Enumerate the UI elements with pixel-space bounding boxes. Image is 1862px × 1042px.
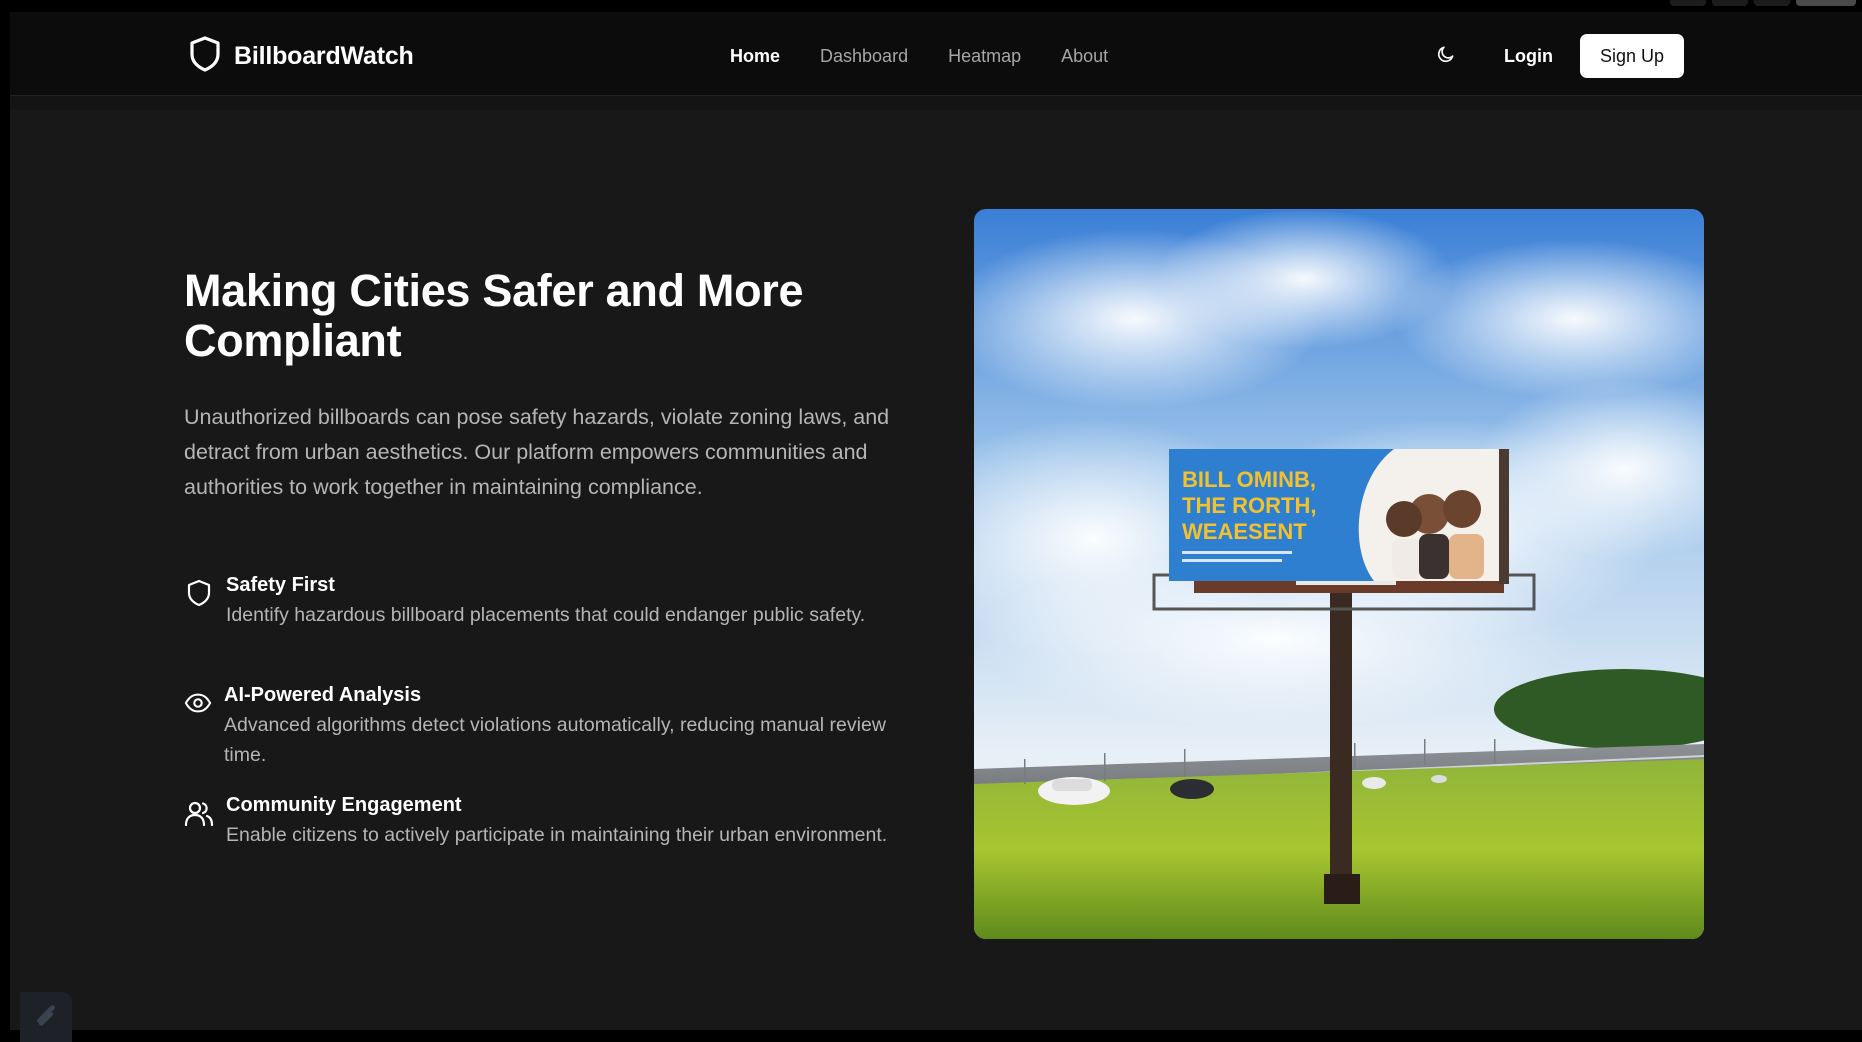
hero-billboard-image: BILL OMINB, THE RORTH, WEAESENT [974,209,1704,939]
feature-description: Identify hazardous billboard placements … [226,604,866,626]
navbar-divider [10,96,1862,110]
moon-icon [1436,44,1456,69]
theme-toggle-button[interactable] [1434,44,1458,68]
main-nav: Home Dashboard Heatmap About [730,46,1108,67]
navbar: BillboardWatch Home Dashboard Heatmap Ab… [10,12,1862,96]
eye-icon [184,688,212,718]
dev-tools-badge[interactable] [20,992,72,1042]
users-icon [184,798,214,828]
window-tab[interactable] [1796,0,1856,6]
nav-link-about[interactable]: About [1061,46,1108,67]
window-tab[interactable] [1754,0,1790,6]
feature-title: Community Engagement [226,794,462,816]
signup-button[interactable]: Sign Up [1580,34,1684,78]
feature-item: Safety First Identify hazardous billboar… [184,572,916,630]
feature-title: AI-Powered Analysis [224,684,422,706]
nav-link-home[interactable]: Home [730,46,780,67]
window-tab[interactable] [1670,0,1706,6]
billboard-photo: BILL OMINB, THE RORTH, WEAESENT [974,209,1704,939]
feature-item: Community Engagement Enable citizens to … [184,792,916,850]
bolt-icon [32,1001,60,1034]
brand-logo[interactable]: BillboardWatch [188,35,414,78]
hero-title: Making Cities Safer and More Compliant [184,265,804,366]
login-button[interactable]: Login [1504,46,1553,67]
app-frame: BillboardWatch Home Dashboard Heatmap Ab… [10,12,1862,1042]
window-tabs [1670,0,1856,6]
hero-description: Unauthorized billboards can pose safety … [184,405,890,499]
billboard-text-line-2: THE RORTH, [1182,493,1316,518]
feature-item: AI-Powered Analysis Advanced algorithms … [184,682,914,770]
feature-description: Advanced algorithms detect violations au… [224,714,886,766]
nav-link-heatmap[interactable]: Heatmap [948,46,1021,67]
nav-link-dashboard[interactable]: Dashboard [820,46,908,67]
billboard-text-line-1: BILL OMINB, [1182,467,1316,492]
brand-name: BillboardWatch [234,41,414,70]
shield-icon [184,578,214,608]
shield-icon [188,35,222,78]
billboard-text-line-3: WEAESENT [1182,519,1307,544]
feature-title: Safety First [226,574,335,596]
feature-description: Enable citizens to actively participate … [226,824,888,846]
window-tab[interactable] [1712,0,1748,6]
